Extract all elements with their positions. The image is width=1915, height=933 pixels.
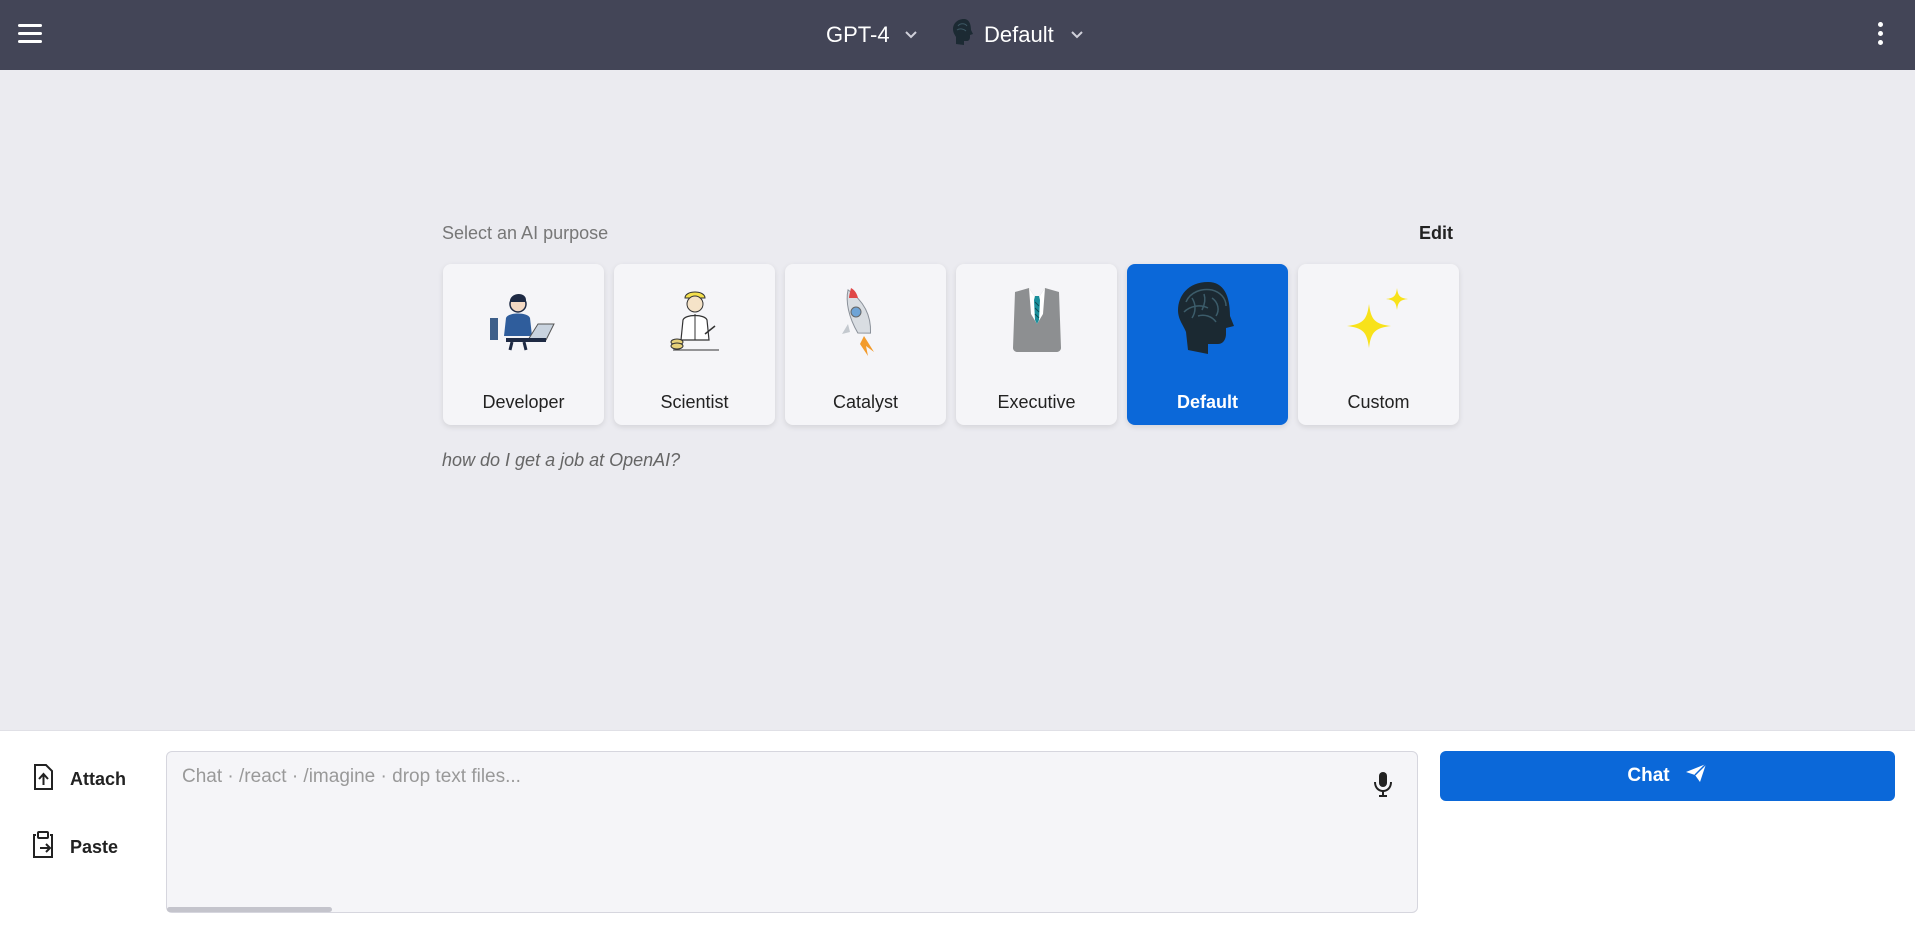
chevron-down-icon <box>904 30 918 40</box>
rocket-icon <box>826 284 906 364</box>
horizontal-scrollbar[interactable] <box>167 907 332 912</box>
purpose-card-default[interactable]: Default <box>1127 264 1288 425</box>
top-bar: GPT-4 Default <box>0 0 1915 70</box>
paper-plane-icon <box>1684 762 1708 790</box>
chat-send-button[interactable]: Chat <box>1440 751 1895 801</box>
developer-icon <box>484 284 564 364</box>
chevron-down-icon <box>1070 30 1084 40</box>
purpose-cards: Developer Scientist Catalyst Executive D… <box>443 264 1459 425</box>
purpose-card-developer[interactable]: Developer <box>443 264 604 425</box>
card-label: Custom <box>1347 392 1410 412</box>
card-label: Developer <box>482 392 565 412</box>
paste-label: Paste <box>70 837 119 857</box>
composer-bar: Attach Paste Chat <box>0 730 1915 933</box>
chat-send-label: Chat <box>1627 765 1670 786</box>
model-selector[interactable]: GPT-4 <box>826 20 918 50</box>
file-upload-icon <box>30 763 56 796</box>
chat-input[interactable] <box>167 752 1417 912</box>
card-label: Catalyst <box>832 392 899 412</box>
persona-label: Default <box>984 22 1054 47</box>
brain-head-icon <box>1168 278 1248 358</box>
attach-button[interactable]: Attach <box>30 763 126 796</box>
edit-button[interactable]: Edit <box>1419 223 1453 244</box>
suit-icon <box>997 284 1077 364</box>
brain-head-icon <box>952 18 976 52</box>
paste-button[interactable]: Paste <box>30 831 118 864</box>
microphone-icon[interactable] <box>1373 770 1393 798</box>
purpose-card-scientist[interactable]: Scientist <box>614 264 775 425</box>
menu-icon[interactable] <box>18 24 42 46</box>
card-label: Scientist <box>660 392 729 412</box>
clipboard-paste-icon <box>30 831 56 864</box>
sparkles-icon <box>1339 284 1419 364</box>
more-options-icon[interactable] <box>1874 22 1886 48</box>
purpose-card-custom[interactable]: Custom <box>1298 264 1459 425</box>
scientist-icon <box>655 284 735 364</box>
model-label: GPT-4 <box>826 22 890 47</box>
purpose-card-catalyst[interactable]: Catalyst <box>785 264 946 425</box>
card-label: Default <box>1176 392 1238 412</box>
example-prompt[interactable]: how do I get a job at OpenAI? <box>442 450 680 471</box>
attach-label: Attach <box>70 769 127 789</box>
purpose-heading: Select an AI purpose <box>442 223 609 243</box>
card-label: Executive <box>997 392 1076 412</box>
persona-selector[interactable]: Default <box>952 18 1084 52</box>
purpose-card-executive[interactable]: Executive <box>956 264 1117 425</box>
chat-input-wrapper <box>166 751 1418 913</box>
